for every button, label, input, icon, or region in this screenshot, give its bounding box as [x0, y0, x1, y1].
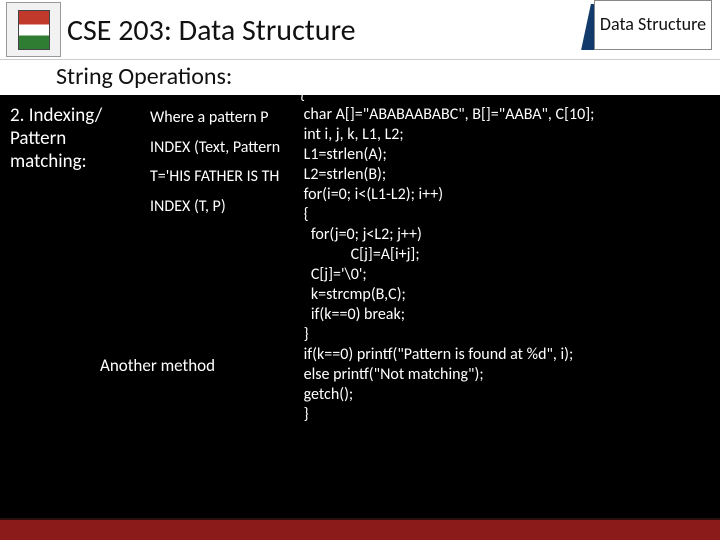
header: CSE 203: Data Structure Data Structure	[0, 0, 720, 60]
footer-bar	[0, 518, 720, 540]
explanation-line: INDEX (Text, Pattern	[150, 135, 320, 161]
explanation-column: Where a pattern P INDEX (Text, Pattern T…	[150, 105, 320, 223]
badge-label: Data Structure	[594, 0, 712, 50]
course-badge: Data Structure	[596, 0, 716, 56]
explanation-line: Where a pattern P	[150, 105, 320, 131]
topic-label: 2. Indexing/ Pattern matching:	[10, 105, 140, 173]
another-method-label: Another method	[100, 355, 215, 376]
code-block: main() { char A[]="ABABAABABC", B[]="AAB…	[300, 65, 710, 425]
university-logo	[6, 2, 61, 57]
logo-emblem-icon	[18, 10, 50, 50]
explanation-line: INDEX (T, P)	[150, 194, 320, 220]
explanation-line: T='HIS FATHER IS TH	[150, 164, 320, 190]
slide-content: 2. Indexing/ Pattern matching: Where a p…	[0, 95, 720, 515]
